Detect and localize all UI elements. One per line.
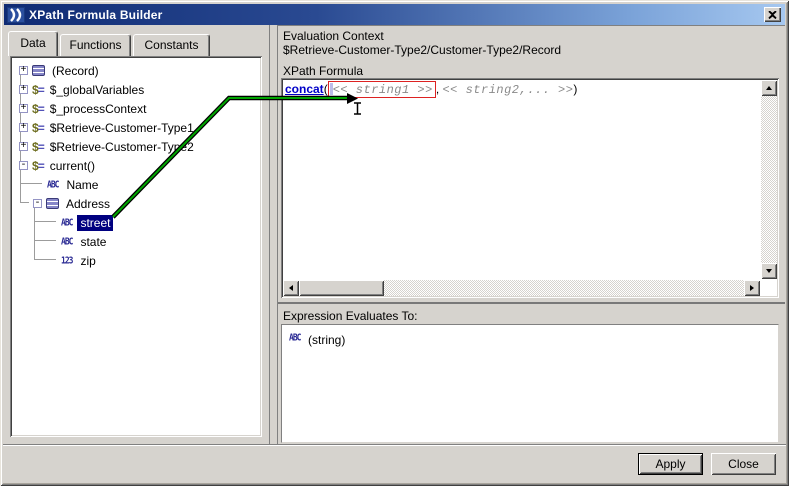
- variable-icon: $=: [32, 158, 45, 173]
- expression-result-box: ABC (string): [281, 324, 779, 443]
- expand-toggle-icon[interactable]: -: [19, 161, 28, 171]
- number-icon: 123: [60, 254, 73, 267]
- evaluation-context-value: $Retrieve-Customer-Type2/Customer-Type2/…: [283, 43, 562, 57]
- panel-divider: [269, 25, 270, 444]
- window-title: XPath Formula Builder: [29, 7, 163, 22]
- tree-item-retrieve-customer-type2[interactable]: + $= $Retrieve-Customer-Type2: [14, 137, 258, 156]
- string-icon: ABC: [46, 178, 59, 191]
- expression-result-value: (string): [308, 333, 346, 347]
- tab-functions[interactable]: Functions: [60, 34, 131, 56]
- tree-item-zip[interactable]: 123 zip: [14, 251, 258, 270]
- tab-constants[interactable]: Constants: [133, 34, 210, 56]
- expand-toggle-icon[interactable]: -: [33, 199, 42, 209]
- scroll-down-icon: [766, 269, 772, 273]
- drop-target-arg1[interactable]: << string1 >>: [327, 81, 436, 98]
- string-icon: ABC: [288, 331, 301, 344]
- scroll-up-icon: [766, 86, 772, 90]
- tree-item-retrieve-customer-type1[interactable]: + $= $Retrieve-Customer-Type1: [14, 118, 258, 137]
- string-icon: ABC: [60, 235, 73, 248]
- variable-icon: $=: [32, 139, 45, 154]
- app-icon: [7, 6, 25, 23]
- evaluation-context-label: Evaluation Context: [283, 29, 384, 43]
- tree-item-current[interactable]: - $= current(): [14, 156, 258, 175]
- tree-item-street[interactable]: ABC street: [14, 213, 258, 232]
- xpath-formula-label: XPath Formula: [283, 64, 364, 78]
- function-name[interactable]: concat: [285, 82, 324, 96]
- tree-item-name[interactable]: ABC Name: [14, 175, 258, 194]
- close-button[interactable]: Close: [711, 453, 776, 475]
- expression-evaluates-label: Expression Evaluates To:: [283, 309, 418, 323]
- variable-icon: $=: [32, 101, 45, 116]
- xpath-formula-builder-window: XPath Formula Builder Data Functions Con…: [0, 0, 789, 486]
- right-panel-border: [277, 25, 278, 444]
- scroll-up-button[interactable]: [761, 80, 777, 96]
- tree-item-state[interactable]: ABC state: [14, 232, 258, 251]
- expand-toggle-icon[interactable]: +: [19, 123, 28, 133]
- element-icon: [32, 65, 45, 76]
- tree-item-globalvariables[interactable]: + $= $_globalVariables: [14, 80, 258, 99]
- expand-toggle-icon[interactable]: +: [19, 66, 28, 76]
- formula-expression[interactable]: concat(<< string1 >>, << string2,... >>): [285, 81, 577, 98]
- expand-toggle-icon[interactable]: +: [19, 142, 28, 152]
- section-divider: [278, 302, 785, 304]
- variable-icon: $=: [32, 82, 45, 97]
- variable-icon: $=: [32, 120, 45, 135]
- horizontal-scrollbar[interactable]: [283, 280, 760, 296]
- close-icon: [768, 10, 777, 19]
- right-panel-border-top: [277, 25, 785, 26]
- tree-item-processcontext[interactable]: + $= $_processContext: [14, 99, 258, 118]
- scroll-right-button[interactable]: [744, 280, 760, 296]
- selected-tree-label: street: [77, 214, 114, 231]
- xpath-formula-editor[interactable]: concat(<< string1 >>, << string2,... >>): [281, 78, 779, 298]
- string-icon: ABC: [60, 216, 73, 229]
- element-icon: [46, 198, 59, 209]
- scrollbar-thumb[interactable]: [299, 280, 384, 296]
- expand-toggle-icon[interactable]: +: [19, 104, 28, 114]
- vertical-scrollbar[interactable]: [761, 80, 777, 279]
- expand-toggle-icon[interactable]: +: [19, 85, 28, 95]
- scroll-left-button[interactable]: [283, 280, 299, 296]
- scroll-down-button[interactable]: [761, 263, 777, 279]
- tree-item-record[interactable]: + (Record): [14, 61, 258, 80]
- apply-button[interactable]: Apply: [638, 453, 703, 475]
- close-window-button[interactable]: [764, 7, 781, 22]
- scroll-right-icon: [750, 285, 754, 291]
- tree-item-address[interactable]: - Address: [14, 194, 258, 213]
- arg2-placeholder: << string2,... >>: [442, 83, 574, 97]
- arg1-placeholder: << string1 >>: [332, 83, 433, 97]
- title-bar[interactable]: XPath Formula Builder: [4, 4, 785, 25]
- tab-data[interactable]: Data: [8, 31, 58, 56]
- data-tree[interactable]: + (Record) + $= $_globalVariables + $= $…: [10, 56, 262, 437]
- button-area-divider: [3, 444, 786, 445]
- scroll-left-icon: [289, 285, 293, 291]
